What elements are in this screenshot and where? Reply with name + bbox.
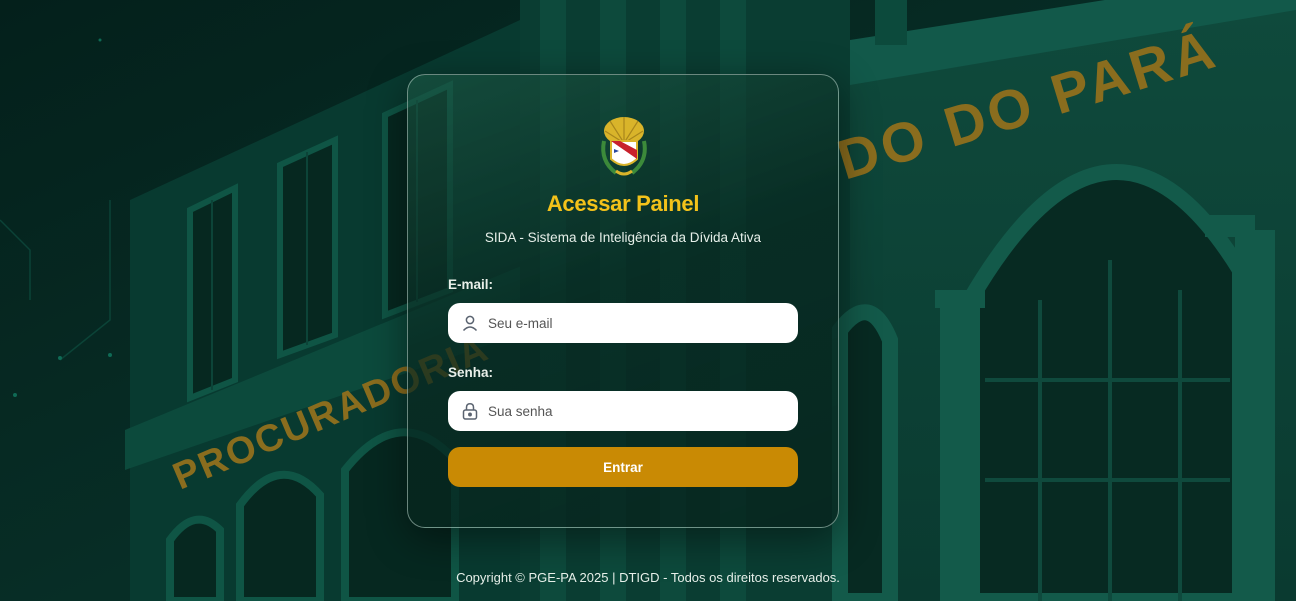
login-card: Acessar Painel SIDA - Sistema de Intelig… <box>407 74 839 528</box>
password-label: Senha: <box>448 365 494 380</box>
email-field[interactable] <box>448 303 798 343</box>
email-input[interactable] <box>488 315 788 331</box>
password-input[interactable] <box>488 403 788 419</box>
password-field[interactable] <box>448 391 798 431</box>
coat-of-arms-logo <box>601 117 647 176</box>
user-icon <box>460 313 480 333</box>
system-subtitle: SIDA - Sistema de Inteligência da Dívida… <box>484 230 762 245</box>
email-label: E-mail: <box>448 277 494 292</box>
lock-icon <box>460 401 480 421</box>
footer-copyright: Copyright © PGE-PA 2025 | DTIGD - Todos … <box>456 570 840 585</box>
page-title: Acessar Painel <box>546 191 700 216</box>
submit-button[interactable]: Entrar <box>448 447 798 487</box>
